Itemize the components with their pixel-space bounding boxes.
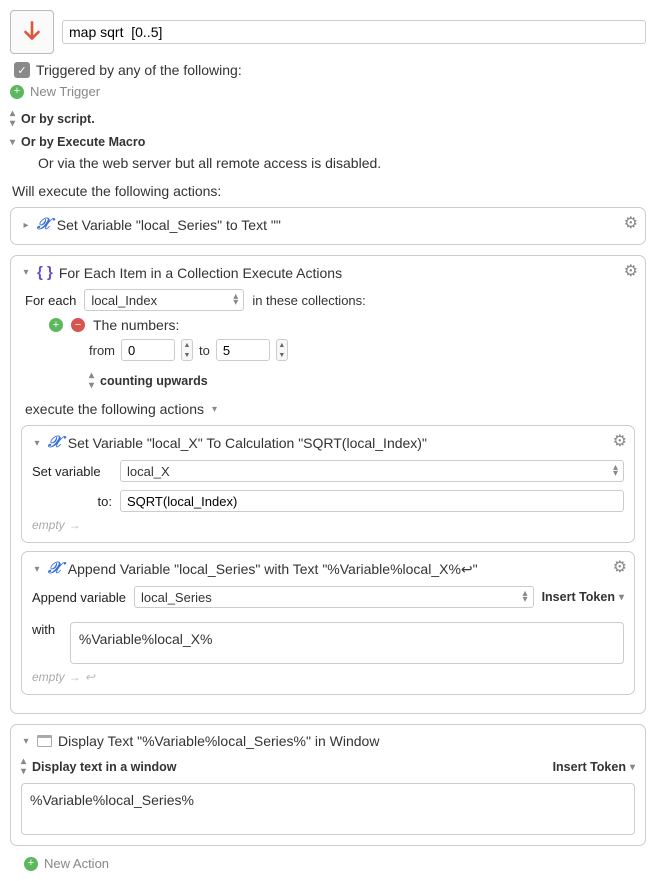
updown-icon: ▴▾ [10,109,15,129]
insert-token-menu[interactable]: Insert Token ▾ [553,760,635,774]
to-label: to [199,343,210,358]
from-input[interactable] [121,339,175,361]
or-by-execute-label[interactable]: Or by Execute Macro [21,135,145,149]
with-text-area[interactable]: %Variable%local_X% [70,622,624,664]
append-variable-select[interactable]: local_Series ▴▾ [134,586,534,608]
in-collections-label: in these collections: [252,293,365,308]
updown-icon: ▴▾ [89,371,94,391]
for-each-variable-select[interactable]: local_Index ▴▾ [84,289,244,311]
calculation-input[interactable] [120,490,624,512]
counting-label[interactable]: counting upwards [100,374,208,388]
set-variable-label: Set variable [32,464,112,479]
append-variable-label: Append variable [32,590,126,605]
to-input[interactable] [216,339,270,361]
numbers-label: The numbers: [93,317,179,333]
actions-lead-label: Will execute the following actions: [12,183,646,199]
variable-icon: 𝒳 [48,434,62,452]
empty-label: empty [32,670,65,684]
macro-icon[interactable] [10,10,54,54]
action-title: Append Variable "local_Series" with Text… [68,561,478,578]
gear-icon[interactable]: ⚙ [613,557,627,577]
action-title: For Each Item in a Collection Execute Ac… [59,265,342,281]
action-display-text[interactable]: ▾ Display Text "%Variable%local_Series%"… [10,724,646,846]
new-trigger-link[interactable]: New Trigger [30,84,100,99]
set-variable-select[interactable]: local_X ▴▾ [120,460,624,482]
action-set-variable-series[interactable]: ⚙ ▸ 𝒳 Set Variable "local_Series" to Tex… [10,207,646,245]
action-title: Display Text "%Variable%local_Series%" i… [58,733,379,749]
variable-icon: 𝒳 [37,216,51,234]
add-collection-icon[interactable]: + [49,318,63,332]
triggers-heading: Triggered by any of the following: [36,62,242,78]
variable-icon: 𝒳 [48,560,62,578]
action-title: Set Variable "local_X" To Calculation "S… [68,435,427,451]
chevron-down-icon[interactable]: ▾ [32,564,42,575]
or-by-script-label[interactable]: Or by script. [21,112,95,126]
action-set-variable-local-x[interactable]: ⚙ ▾ 𝒳 Set Variable "local_X" To Calculat… [21,425,635,543]
new-action-link[interactable]: New Action [44,856,109,871]
chevron-down-icon[interactable]: ▾ [21,267,31,278]
to-label: to: [32,494,112,509]
with-label: with [32,616,62,637]
execute-following-label: execute the following actions [25,401,204,417]
chevron-down-icon[interactable]: ▾ [212,404,217,415]
gear-icon[interactable]: ⚙ [613,431,627,451]
arrow-right-icon: → [69,670,81,684]
action-for-each[interactable]: ⚙ ▾ { } For Each Item in a Collection Ex… [10,255,646,714]
for-each-label: For each [25,293,76,308]
or-via-web-label: Or via the web server but all remote acc… [38,155,646,171]
display-text-area[interactable]: %Variable%local_Series% [21,783,635,835]
insert-token-menu[interactable]: Insert Token ▾ [542,590,624,604]
macro-title-input[interactable] [62,20,646,44]
add-action-icon[interactable]: + [24,857,38,871]
updown-icon: ▴▾ [21,757,26,777]
action-title: Set Variable "local_Series" to Text "" [57,217,281,233]
to-stepper[interactable]: ▲▼ [276,339,288,361]
empty-label: empty [32,518,65,532]
action-append-variable[interactable]: ⚙ ▾ 𝒳 Append Variable "local_Series" wit… [21,551,635,695]
from-stepper[interactable]: ▲▼ [181,339,193,361]
from-label: from [89,343,115,358]
return-icon: ↩ [85,670,95,684]
display-mode-label[interactable]: Display text in a window [32,760,176,774]
triggers-enabled-checkbox[interactable]: ✓ [14,62,30,78]
add-trigger-icon[interactable]: + [10,85,24,99]
chevron-down-icon[interactable]: ▾ [21,736,31,747]
gear-icon[interactable]: ⚙ [624,261,638,281]
chevron-down-icon: ▾ [10,137,15,148]
window-icon [37,735,52,747]
arrow-right-icon: → [69,518,81,532]
remove-collection-icon[interactable]: − [71,318,85,332]
braces-icon: { } [37,264,53,281]
chevron-right-icon[interactable]: ▸ [21,220,31,231]
chevron-down-icon[interactable]: ▾ [32,438,42,449]
gear-icon[interactable]: ⚙ [624,213,638,233]
